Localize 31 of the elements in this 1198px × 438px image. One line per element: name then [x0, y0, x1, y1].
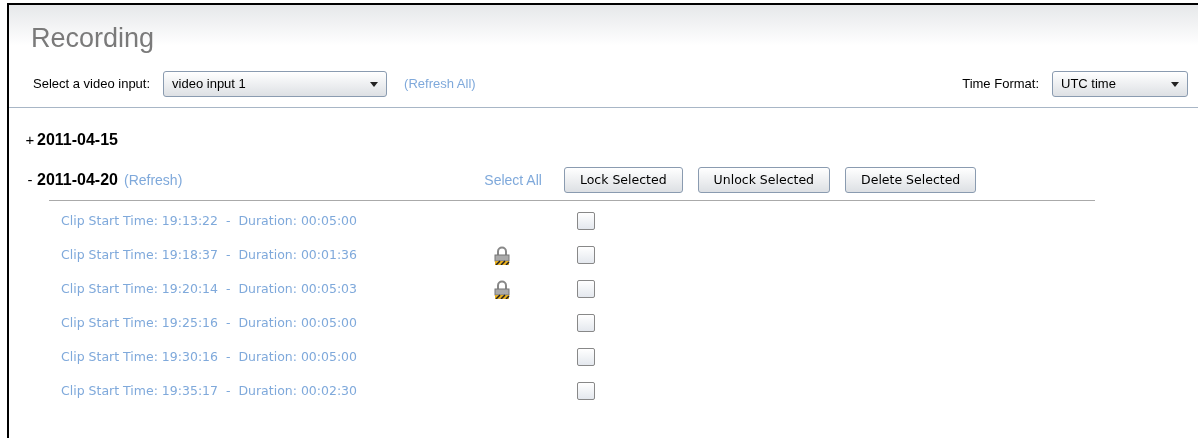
clip-checkbox[interactable] [577, 382, 595, 400]
clip-entry[interactable]: Clip Start Time: 19:13:22 - Duration: 00:05:00 [61, 211, 461, 231]
clip-checkbox[interactable] [577, 212, 595, 230]
clip-entry[interactable]: Clip Start Time: 19:18:37 - Duration: 00:01:36 [61, 245, 461, 265]
clip-checkbox[interactable] [577, 314, 595, 332]
clip-entry[interactable]: Clip Start Time: 19:30:16 - Duration: 00:05:00 [61, 347, 461, 367]
expand-toggle[interactable]: + [25, 128, 35, 152]
padlock-icon [494, 279, 510, 299]
clip-checkbox[interactable] [577, 246, 595, 264]
clip-entry[interactable]: Clip Start Time: 19:25:16 - Duration: 00:05:00 [61, 313, 461, 333]
action-button[interactable]: Lock Selected [563, 167, 683, 193]
time-format-dropdown[interactable]: UTC time [1052, 71, 1188, 97]
video-input-dropdown[interactable]: video input 1 [163, 71, 388, 97]
date-heading: 2011-04-20 [37, 170, 118, 190]
page-title: Recording [30, 22, 155, 54]
refresh-all-link[interactable]: (Refresh All) [404, 74, 476, 94]
caret-icon [1171, 81, 1179, 87]
padlock-icon [494, 245, 510, 265]
expand-toggle[interactable]: - [25, 168, 35, 192]
refresh-link[interactable]: (Refresh) [123, 169, 183, 191]
clip-entry[interactable]: Clip Start Time: 19:20:14 - Duration: 00:05:03 [61, 279, 461, 299]
clip-checkbox[interactable] [577, 280, 595, 298]
clip-entry[interactable]: Clip Start Time: 19:35:17 - Duration: 00:02:30 [61, 381, 461, 401]
video-input-label: Select a video input: [33, 75, 151, 94]
select-all-link[interactable]: Select All [484, 169, 542, 191]
action-button[interactable]: Unlock Selected [697, 167, 831, 193]
date-heading: 2011-04-15 [37, 130, 118, 150]
time-format-label: Time Format: [962, 75, 1039, 94]
action-button[interactable]: Delete Selected [845, 167, 977, 193]
caret-icon [370, 81, 379, 87]
clip-checkbox[interactable] [577, 348, 595, 366]
